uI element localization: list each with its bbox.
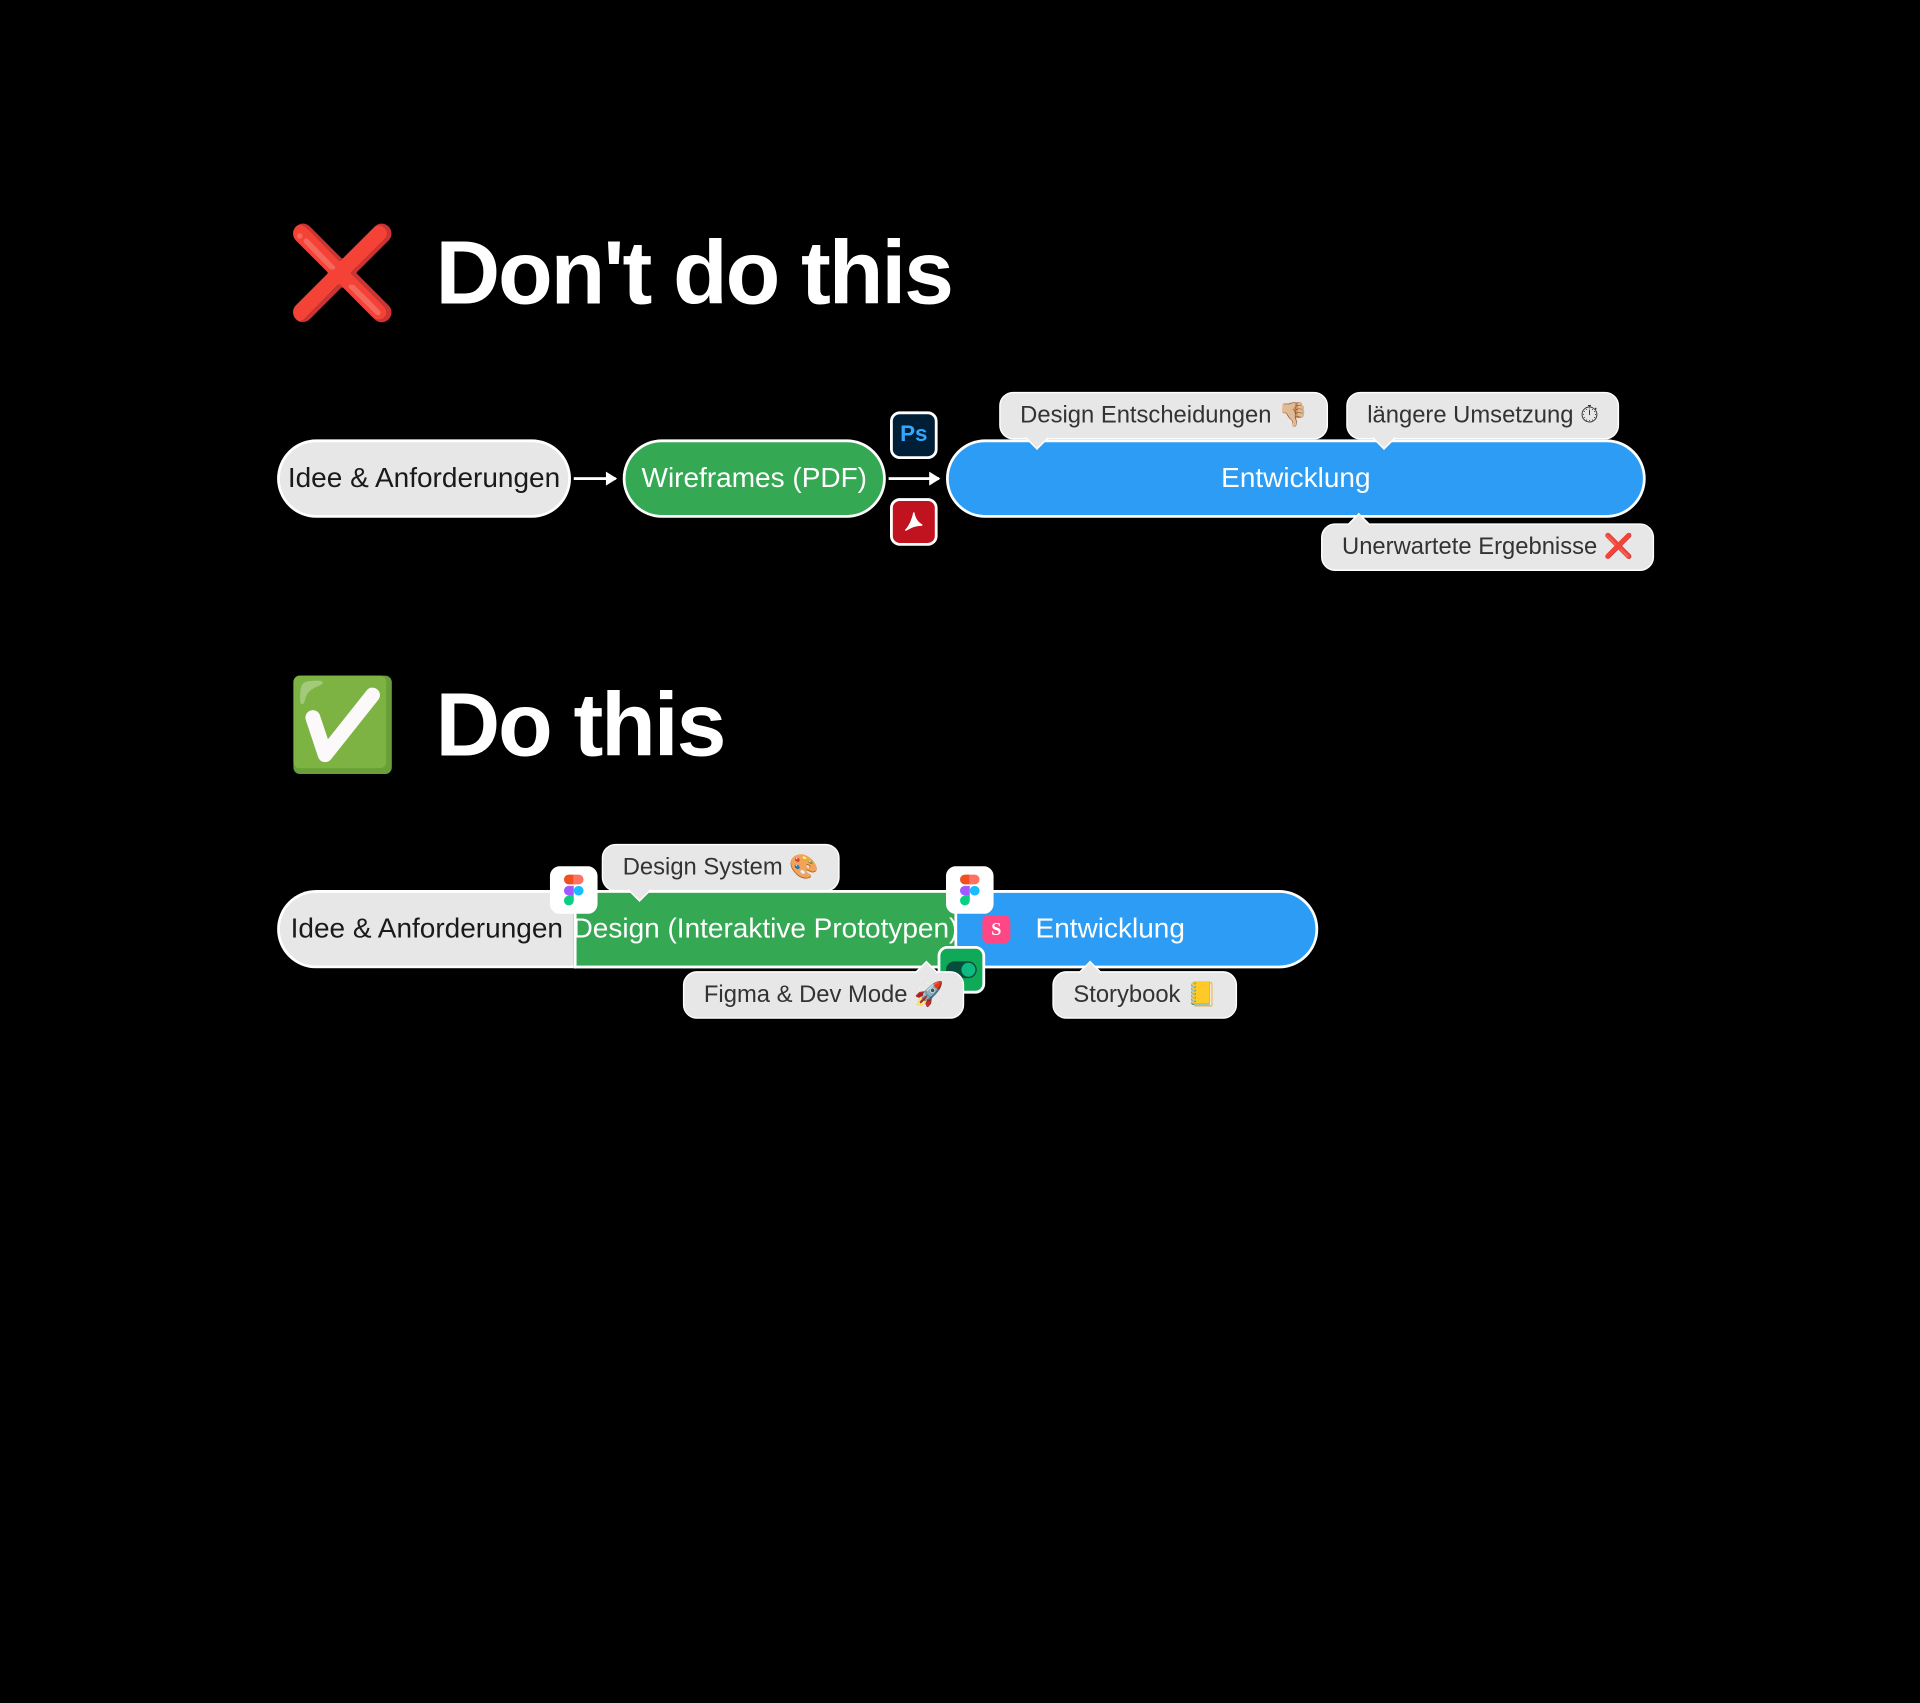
pill-idea-do: Idee & Anforderungen xyxy=(277,890,574,968)
figma-logo-icon xyxy=(960,875,980,906)
heading-do: ✅ Do this xyxy=(287,680,724,770)
heading-dont-text: Don't do this xyxy=(435,228,951,318)
cross-mark-icon: ❌ xyxy=(287,228,396,318)
arrow-2 xyxy=(889,477,939,480)
acrobat-glyph-icon xyxy=(901,509,926,534)
figma-icon-left xyxy=(550,866,598,914)
badge-design-decisions-label: Design Entscheidungen 👎🏼 xyxy=(1020,402,1308,430)
pill-wireframes: Wireframes (PDF) xyxy=(623,439,886,517)
photoshop-icon-label: Ps xyxy=(900,423,927,448)
badge-figma-dev-label: Figma & Dev Mode 🚀 xyxy=(704,981,944,1009)
heading-dont: ❌ Don't do this xyxy=(287,228,952,318)
check-mark-icon: ✅ xyxy=(287,680,396,770)
pill-dev-dont: Entwicklung xyxy=(946,439,1646,517)
badge-unexpected-label: Unerwartete Ergebnisse ❌ xyxy=(1342,533,1633,561)
badge-storybook-label: Storybook 📒 xyxy=(1073,981,1216,1009)
pdf-icon xyxy=(890,498,938,546)
badge-unexpected: Unerwartete Ergebnisse ❌ xyxy=(1321,523,1654,571)
storybook-icon-inline: S xyxy=(982,915,1010,943)
pill-dev-do-label: Entwicklung xyxy=(1036,913,1185,945)
badge-design-system-label: Design System 🎨 xyxy=(623,854,819,882)
pill-design: Design (Interaktive Prototypen) xyxy=(574,890,955,968)
figma-logo-icon xyxy=(564,875,584,906)
pill-dev-do: S Entwicklung xyxy=(954,890,1318,968)
photoshop-icon: Ps xyxy=(890,411,938,459)
badge-figma-dev: Figma & Dev Mode 🚀 xyxy=(683,971,965,1019)
figma-icon-right xyxy=(946,866,994,914)
arrow-1 xyxy=(574,477,616,480)
pill-wireframes-label: Wireframes (PDF) xyxy=(642,463,867,495)
pill-idea-dont-label: Idee & Anforderungen xyxy=(288,463,560,495)
heading-do-text: Do this xyxy=(435,680,724,770)
pill-idea-do-label: Idee & Anforderungen xyxy=(291,913,563,945)
badge-longer: längere Umsetzung ⏱ xyxy=(1346,392,1619,440)
pill-design-label: Design (Interaktive Prototypen) xyxy=(573,913,959,945)
badge-storybook: Storybook 📒 xyxy=(1052,971,1237,1019)
badge-longer-label: längere Umsetzung ⏱ xyxy=(1367,402,1598,430)
badge-design-decisions: Design Entscheidungen 👎🏼 xyxy=(999,392,1329,440)
pill-dev-dont-label: Entwicklung xyxy=(1221,463,1370,495)
badge-design-system: Design System 🎨 xyxy=(602,844,840,892)
pill-idea-dont: Idee & Anforderungen xyxy=(277,439,571,517)
